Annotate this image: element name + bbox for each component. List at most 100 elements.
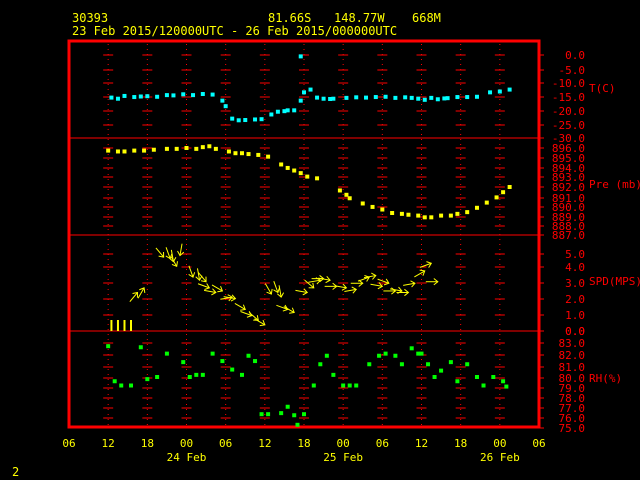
rh-point [239,372,244,377]
rh-point [367,362,372,367]
pressure-point [416,213,421,218]
temperature-point [488,90,493,95]
pressure-point [164,146,169,151]
y-tick-label: -20.0 [552,105,585,118]
temperature-point [321,96,326,101]
temperature-point [191,93,196,98]
y-tick-label: -15.0 [552,91,585,104]
temperature-point [243,118,248,123]
rh-point [246,353,251,358]
rh-point [266,412,271,417]
temperature-point [220,98,225,103]
temperature-point [210,92,215,97]
temperature-point [315,95,320,100]
y-tick-label: 5.0 [565,248,585,261]
rh-point [426,362,431,367]
x-tick-label: 00 [493,437,506,450]
rh-point [439,368,444,373]
rh-point [377,353,382,358]
pressure-point [455,211,460,216]
rh-point [194,372,199,377]
rh-point [419,351,424,356]
temperature-point [269,112,274,117]
temperature-point [455,95,460,100]
pressure-point [132,148,137,153]
y-tick-label: 75.0 [559,422,586,435]
rh-point [318,362,323,367]
temperature-point [364,95,369,100]
rh-point [481,383,486,388]
temperature-point [308,87,313,92]
y-tick-label: 2.0 [565,293,585,306]
temperature-point [109,95,114,100]
temperature-point [344,95,349,100]
y-tick-label: -10.0 [552,77,585,90]
x-tick-label: 06 [376,437,389,450]
x-tick-label: 12 [102,437,115,450]
x-tick-label: 06 [532,437,545,450]
pressure-point [344,192,349,197]
pressure-point [174,146,179,151]
temperature-point [275,109,280,114]
y-tick-label: 3.0 [565,277,585,290]
pressure-point [256,152,261,157]
pressure-point [484,200,489,205]
rh-point [119,383,124,388]
rh-point [295,422,300,427]
pressure-point [194,146,199,151]
temperature-point [236,118,241,123]
rh-point [341,383,346,388]
rh-point [474,375,479,379]
x-tick-label: 12 [415,437,428,450]
temperature-point [416,96,421,101]
temperature-point [298,98,303,103]
rh-point [292,413,297,418]
rh-point [112,379,117,384]
pressure-point [465,210,470,215]
rh-point [138,345,143,350]
temperature-point [302,90,306,95]
pressure-point [226,149,231,154]
rh-point [324,353,329,358]
rh-point [210,351,215,356]
pressure-point [142,148,147,153]
temperature-point [331,96,336,101]
rh-point [491,375,496,379]
y-tick-label: 0.0 [565,49,585,62]
temperature-point [292,108,297,113]
y-tick-label: 1.0 [565,309,585,322]
pressure-point [200,145,205,150]
temperature-point [409,95,414,100]
y-tick-label: -5.0 [559,64,586,77]
x-tick-label: 06 [219,437,232,450]
x-tick-label: 18 [454,437,467,450]
pressure-point [292,168,297,173]
temperature-point [155,94,160,99]
pressure-point [115,149,120,154]
temperature-point [181,92,186,97]
y-tick-label: 887.0 [552,229,585,242]
x-day-label: 26 Feb [480,451,520,464]
pressure-axis-label: Pre (mb) [589,178,640,191]
pressure-point [474,205,479,210]
temperature-point [507,87,512,92]
y-tick-label: -25.0 [552,119,585,132]
wind-arrow [129,292,138,303]
pressure-point [380,207,385,212]
pressure-point [122,149,127,154]
temperature-axis-label: T(C) [589,82,616,95]
temperature-point [132,95,137,100]
pressure-point [106,148,111,153]
x-tick-label: 00 [337,437,350,450]
rh-point [164,351,169,356]
rh-axis-label: RH(%) [589,372,622,385]
x-tick-label: 06 [62,437,75,450]
rh-point [409,346,414,351]
rh-point [285,404,290,409]
rh-point [155,375,160,379]
rh-point [145,377,150,382]
pressure-point [360,201,365,206]
rh-point [504,384,509,389]
rh-point [200,372,205,377]
rh-point [465,362,470,367]
